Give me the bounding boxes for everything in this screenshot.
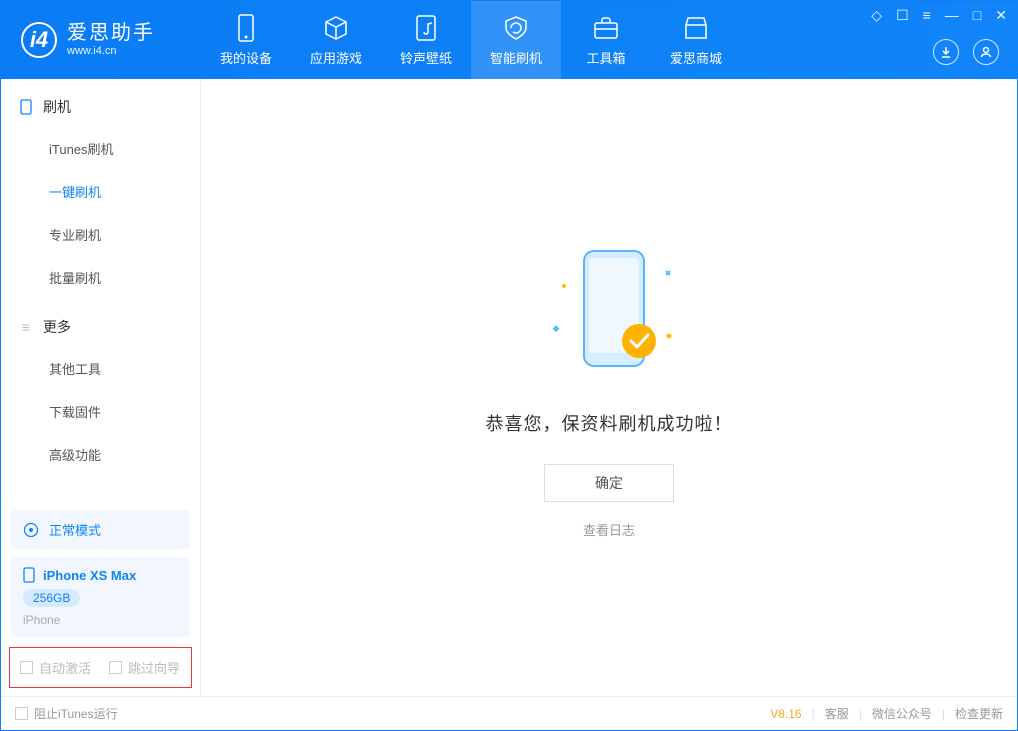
minimize-icon[interactable]: —	[945, 7, 959, 24]
nav-tab-label: 爱思商城	[670, 48, 722, 67]
app-url: www.i4.cn	[67, 45, 155, 58]
user-icon[interactable]	[973, 39, 999, 65]
success-message: 恭喜您，保资料刷机成功啦！	[486, 410, 733, 436]
nav-tab-label: 铃声壁纸	[400, 48, 452, 67]
sidebar-item-other[interactable]: 其他工具	[1, 347, 200, 390]
nav-tab-label: 智能刷机	[490, 48, 542, 67]
nav-tab-store[interactable]: 爱思商城	[651, 1, 741, 79]
nav-tab-label: 工具箱	[586, 48, 625, 67]
checkbox-block-itunes[interactable]: 阻止iTunes运行	[15, 705, 118, 722]
mode-icon	[23, 522, 39, 538]
support-link[interactable]: 客服	[825, 705, 849, 722]
device-phone-icon	[23, 567, 35, 583]
music-file-icon	[412, 14, 440, 42]
footer: 阻止iTunes运行 V8.16 | 客服 | 微信公众号 | 检查更新	[1, 696, 1017, 730]
highlighted-options: 自动激活 跳过向导	[9, 647, 192, 688]
phone-icon	[232, 14, 260, 42]
close-icon[interactable]: ✕	[995, 7, 1007, 24]
sidebar-section-flash: 刷机	[1, 79, 200, 127]
sidebar-section-more: ≡ 更多	[1, 299, 200, 347]
nav-tab-ringtones[interactable]: 铃声壁纸	[381, 1, 471, 79]
logo-area: i4 爱思助手 www.i4.cn	[1, 1, 201, 79]
version-label: V8.16	[770, 707, 801, 721]
app-window: i4 爱思助手 www.i4.cn 我的设备 应用游戏 铃声壁纸 智能刷机	[0, 0, 1018, 731]
success-illustration	[529, 236, 689, 386]
device-name: iPhone XS Max	[43, 568, 136, 583]
device-info-card[interactable]: iPhone XS Max 256GB iPhone	[11, 557, 190, 637]
device-capacity: 256GB	[23, 589, 80, 607]
sidebar-item-pro[interactable]: 专业刷机	[1, 213, 200, 256]
checkbox-label: 阻止iTunes运行	[34, 705, 118, 722]
sidebar-item-batch[interactable]: 批量刷机	[1, 256, 200, 299]
tshirt-icon[interactable]: ◇	[871, 7, 882, 24]
nav-tab-label: 应用游戏	[310, 48, 362, 67]
nav-tab-toolbox[interactable]: 工具箱	[561, 1, 651, 79]
refresh-shield-icon	[502, 14, 530, 42]
nav-tab-device[interactable]: 我的设备	[201, 1, 291, 79]
sidebar-item-firmware[interactable]: 下载固件	[1, 390, 200, 433]
phone-outline-icon	[19, 100, 33, 114]
window-controls: ◇ ☐ ≡ — □ ✕	[871, 7, 1007, 24]
update-link[interactable]: 检查更新	[955, 705, 1003, 722]
ok-button[interactable]: 确定	[544, 464, 674, 502]
header: i4 爱思助手 www.i4.cn 我的设备 应用游戏 铃声壁纸 智能刷机	[1, 1, 1017, 79]
list-icon: ≡	[19, 320, 33, 334]
header-right-icons	[933, 39, 999, 65]
maximize-icon[interactable]: □	[973, 7, 981, 24]
store-icon	[682, 14, 710, 42]
sidebar-item-advanced[interactable]: 高级功能	[1, 433, 200, 476]
sidebar-item-oneclick[interactable]: 一键刷机	[1, 170, 200, 213]
checkbox-auto-activate[interactable]: 自动激活	[20, 658, 91, 677]
checkbox-skip-guide[interactable]: 跳过向导	[109, 658, 180, 677]
checkbox-icon	[15, 707, 28, 720]
checkbox-label: 跳过向导	[128, 658, 180, 677]
checkbox-label: 自动激活	[39, 658, 91, 677]
checkbox-icon	[109, 661, 122, 674]
main-content: 恭喜您，保资料刷机成功啦！ 确定 查看日志	[201, 79, 1017, 696]
wechat-link[interactable]: 微信公众号	[872, 705, 932, 722]
view-log-link[interactable]: 查看日志	[583, 520, 635, 539]
logo-text: 爱思助手 www.i4.cn	[67, 21, 155, 58]
toolbox-icon	[592, 14, 620, 42]
device-mode-card[interactable]: 正常模式	[11, 510, 190, 549]
nav-tab-apps[interactable]: 应用游戏	[291, 1, 381, 79]
menu-icon[interactable]: ≡	[923, 7, 931, 24]
nav-tab-label: 我的设备	[220, 48, 272, 67]
cube-icon	[322, 14, 350, 42]
app-name: 爱思助手	[67, 21, 155, 45]
device-mode-label: 正常模式	[49, 520, 101, 539]
checkbox-icon	[20, 661, 33, 674]
body: 刷机 iTunes刷机 一键刷机 专业刷机 批量刷机 ≡ 更多 其他工具 下载固…	[1, 79, 1017, 696]
sidebar-section-title: 刷机	[43, 97, 71, 117]
sidebar-section-title: 更多	[43, 317, 71, 337]
download-icon[interactable]	[933, 39, 959, 65]
logo-icon: i4	[21, 22, 57, 58]
nav-tab-flash[interactable]: 智能刷机	[471, 1, 561, 79]
device-type: iPhone	[23, 613, 178, 627]
sidebar-item-itunes[interactable]: iTunes刷机	[1, 127, 200, 170]
feedback-icon[interactable]: ☐	[896, 7, 909, 24]
sidebar: 刷机 iTunes刷机 一键刷机 专业刷机 批量刷机 ≡ 更多 其他工具 下载固…	[1, 79, 201, 696]
